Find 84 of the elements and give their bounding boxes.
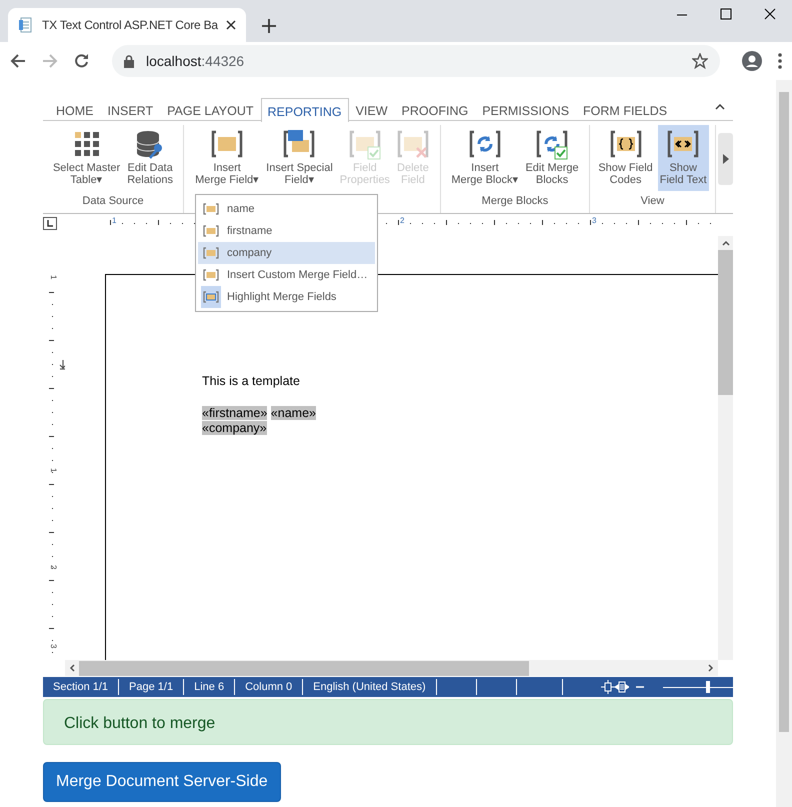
scrollbar-thumb[interactable] xyxy=(79,660,529,676)
ruler-number: 1 xyxy=(112,216,116,225)
status-text: Section 1/1 xyxy=(43,679,120,695)
ruler-number: 1 xyxy=(49,468,58,472)
delete-field-icon xyxy=(396,128,429,160)
lock-icon xyxy=(124,54,134,68)
account-icon[interactable] xyxy=(742,51,762,71)
field-codes-icon xyxy=(610,128,642,160)
ribbon-tab[interactable]: INSERT xyxy=(100,98,160,121)
menu-item[interactable]: Insert Custom Merge Field… xyxy=(198,264,375,286)
back-icon[interactable] xyxy=(10,53,26,69)
close-icon[interactable] xyxy=(226,20,236,30)
menu-icon[interactable] xyxy=(778,53,782,69)
ruler-number: 1 xyxy=(49,275,58,280)
edit-merge-blocks-icon xyxy=(536,128,568,160)
ribbon-tab[interactable]: PROOFING xyxy=(394,98,476,121)
reload-icon[interactable] xyxy=(74,53,90,69)
ruler-number: 3 xyxy=(592,216,596,225)
merge-alert: Click button to merge xyxy=(43,699,733,745)
merge-field-icon xyxy=(203,203,219,215)
ribbon-button[interactable]: Edit Data Relations xyxy=(125,125,176,191)
merge-field-icon xyxy=(203,269,219,281)
merge-field[interactable]: «name» xyxy=(270,406,316,420)
merge-field-icon xyxy=(203,247,219,259)
triangle-right-icon xyxy=(722,154,728,164)
address-bar[interactable]: localhost:44326 xyxy=(112,45,720,77)
menu-item[interactable]: Highlight Merge Fields xyxy=(198,286,375,308)
ribbon-button[interactable]: Show Field Codes xyxy=(596,125,655,191)
body-text: This is a template xyxy=(202,373,300,390)
merge-field-icon xyxy=(203,291,219,303)
ribbon-tab[interactable]: VIEW xyxy=(348,98,395,121)
group-label: View xyxy=(640,194,664,208)
scrollbar-thumb[interactable] xyxy=(779,92,789,732)
status-text: English (United States) xyxy=(303,679,437,695)
ribbon-button[interactable]: Select Master Table▾ xyxy=(50,125,122,191)
fit-page-icon[interactable] xyxy=(600,680,615,694)
ruler-number: 3 xyxy=(49,644,58,648)
group-label: Merge Blocks xyxy=(482,194,548,208)
tab-stop-icon[interactable] xyxy=(43,217,57,230)
ribbon-tab[interactable]: REPORTING xyxy=(260,98,349,122)
field-properties-icon xyxy=(348,128,381,160)
ribbon-button[interactable]: Insert Merge Block▾ xyxy=(449,125,520,191)
menu-item[interactable]: name xyxy=(198,198,375,220)
document-icon xyxy=(18,17,34,33)
ribbon-button[interactable]: Show Field Text xyxy=(658,125,709,191)
ribbon-button[interactable]: Insert Special Field▾ xyxy=(264,125,335,191)
ribbon-button[interactable]: Edit Merge Blocks xyxy=(523,125,581,191)
menu-item[interactable]: company xyxy=(198,242,375,264)
merge-field-icon xyxy=(211,128,244,160)
merge-field[interactable]: «company» xyxy=(202,420,267,435)
maximize-icon[interactable] xyxy=(720,8,732,20)
ribbon-tab[interactable]: FORM FIELDS xyxy=(576,98,674,121)
status-text: Column 0 xyxy=(235,679,304,695)
scroll-right-button[interactable] xyxy=(718,133,733,185)
ribbon-tab[interactable]: PERMISSIONS xyxy=(475,98,576,121)
tab-title: TX Text Control ASP.NET Core Ba xyxy=(42,17,218,34)
ribbon-button[interactable]: Insert Merge Field▾ xyxy=(193,125,262,191)
scrollbar-thumb[interactable] xyxy=(718,250,733,395)
merge-field[interactable]: «firstname» xyxy=(202,406,268,420)
zoom-slider-thumb[interactable] xyxy=(706,681,710,693)
new-tab-icon[interactable] xyxy=(262,19,276,33)
scroll-up-icon[interactable] xyxy=(722,240,730,246)
scroll-right-icon[interactable] xyxy=(708,664,714,672)
group-label: Data Source xyxy=(82,194,144,208)
indent-marker-icon xyxy=(60,360,65,370)
scroll-left-icon[interactable] xyxy=(69,664,75,672)
star-icon[interactable] xyxy=(692,53,708,69)
merge-button[interactable]: Merge Document Server-Side xyxy=(43,762,281,802)
ribbon-tab[interactable]: HOME xyxy=(49,98,100,121)
ribbon-tab[interactable]: PAGE LAYOUT xyxy=(160,98,260,121)
collapse-icon[interactable] xyxy=(715,104,725,110)
ruler-number: 2 xyxy=(400,216,404,225)
menu-item[interactable]: firstname xyxy=(198,220,375,242)
browser-tab[interactable]: TX Text Control ASP.NET Core Ba xyxy=(8,8,246,42)
merge-block-icon xyxy=(468,128,501,160)
merge-field-icon xyxy=(203,225,219,237)
status-text: Page 1/1 xyxy=(119,679,184,695)
fit-width-icon[interactable] xyxy=(614,680,629,694)
close-icon[interactable] xyxy=(764,8,776,20)
field-text-icon xyxy=(667,128,700,160)
url-text: localhost:44326 xyxy=(146,52,246,70)
status-text: Line 6 xyxy=(184,679,236,695)
special-field-icon xyxy=(283,128,316,160)
ruler-number: 2 xyxy=(49,565,58,570)
